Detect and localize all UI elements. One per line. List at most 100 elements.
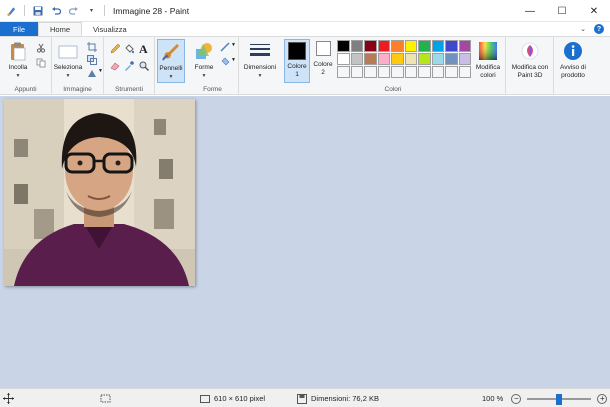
tools-group-label: Strumenti xyxy=(115,86,143,93)
fill-chevron-down-icon[interactable]: ▼ xyxy=(231,57,236,63)
color1-label-line1: Colore xyxy=(287,63,307,70)
paint3d-label-line2: Paint 3D xyxy=(517,72,543,79)
palette-swatch[interactable] xyxy=(431,40,444,52)
fill-bucket-icon[interactable] xyxy=(124,44,134,54)
tab-file[interactable]: File xyxy=(0,22,38,36)
zoom-out-button[interactable]: − xyxy=(511,393,522,404)
palette-swatch[interactable] xyxy=(445,40,458,52)
clipboard-group-label: Appunti xyxy=(14,86,37,93)
palette-swatch[interactable] xyxy=(431,53,444,65)
collapse-ribbon-chevron-icon[interactable]: ⌄ xyxy=(580,25,586,33)
custom-color-slot[interactable] xyxy=(391,66,404,78)
palette-swatch[interactable] xyxy=(458,40,471,52)
image-dimensions: 610 × 610 pixel xyxy=(200,389,265,407)
zoom-slider[interactable] xyxy=(527,393,592,405)
color-picker-icon[interactable] xyxy=(124,61,134,71)
minimize-button[interactable]: — xyxy=(514,0,546,22)
resize-icon[interactable] xyxy=(87,55,97,65)
palette-swatch[interactable] xyxy=(377,40,390,52)
maximize-button[interactable]: ☐ xyxy=(546,0,578,22)
magnifier-icon[interactable] xyxy=(139,61,149,71)
palette-swatch[interactable] xyxy=(445,53,458,65)
custom-color-slot[interactable] xyxy=(445,66,458,78)
copy-icon[interactable] xyxy=(36,58,46,68)
redo-icon[interactable] xyxy=(68,5,79,16)
custom-color-slot[interactable] xyxy=(458,66,471,78)
paint3d-group: Modifica con Paint 3D xyxy=(506,37,554,95)
help-icon[interactable]: ? xyxy=(594,24,604,34)
zoom-slider-thumb[interactable] xyxy=(556,393,563,405)
line-size-icon xyxy=(250,44,270,56)
edit-with-paint3d-button[interactable]: Modifica con Paint 3D xyxy=(507,41,553,80)
canvas-image[interactable] xyxy=(4,99,195,286)
cut-icon[interactable] xyxy=(36,43,46,53)
palette-swatch[interactable] xyxy=(337,53,350,65)
color2-button[interactable]: Colore 2 xyxy=(311,41,335,77)
disk-icon xyxy=(297,393,307,404)
outline-icon[interactable] xyxy=(220,42,230,52)
edit-colors-label-line1: Modifica xyxy=(475,64,501,71)
rotate-chevron-down-icon[interactable]: ▼ xyxy=(98,68,103,74)
palette-swatch[interactable] xyxy=(350,53,363,65)
select-button[interactable]: Seleziona ▼ xyxy=(53,41,83,80)
custom-color-slot[interactable] xyxy=(418,66,431,78)
selection-size xyxy=(100,389,111,407)
edit-colors-button[interactable]: Modifica colori xyxy=(471,41,505,80)
color2-label-line2: 2 xyxy=(321,69,325,76)
selection-icon xyxy=(100,394,111,403)
image-dimensions-value: 610 × 610 pixel xyxy=(214,394,266,403)
custom-color-slot[interactable] xyxy=(364,66,377,78)
crop-icon[interactable] xyxy=(87,42,97,52)
customize-toolbar-chevron-icon[interactable]: ▾ xyxy=(86,5,97,16)
title-bar: ▾ Immagine 28 - Paint — ☐ ✕ xyxy=(0,0,610,22)
palette-swatch[interactable] xyxy=(458,53,471,65)
palette-swatch[interactable] xyxy=(364,40,377,52)
palette-swatch[interactable] xyxy=(404,53,417,65)
rotate-icon[interactable] xyxy=(87,68,97,78)
palette-swatch[interactable] xyxy=(418,53,431,65)
shapes-icon xyxy=(196,43,212,59)
palette-swatch[interactable] xyxy=(364,53,377,65)
chevron-down-icon: ▼ xyxy=(15,73,21,79)
canvas-workspace[interactable] xyxy=(0,96,610,388)
brushes-button[interactable]: Pennelli ▼ xyxy=(157,39,185,83)
palette-swatch[interactable] xyxy=(350,40,363,52)
tab-home[interactable]: Home xyxy=(38,22,83,36)
product-alert-button[interactable]: Avviso di prodotto xyxy=(557,41,589,80)
custom-color-slot[interactable] xyxy=(350,66,363,78)
custom-color-slot[interactable] xyxy=(431,66,444,78)
save-icon[interactable] xyxy=(32,5,43,16)
fill-icon[interactable] xyxy=(220,57,230,67)
paint3d-label-line1: Modifica con xyxy=(511,64,549,71)
file-size: Dimensioni: 76,2 KB xyxy=(297,389,379,407)
portrait-photo xyxy=(4,99,195,286)
brush-icon xyxy=(162,44,179,61)
palette-swatch[interactable] xyxy=(337,40,350,52)
paste-button[interactable]: Incolla ▼ xyxy=(4,41,32,80)
tabs-right-controls: ⌄ ? xyxy=(580,24,604,34)
chevron-down-icon: ▼ xyxy=(168,74,174,80)
palette-swatch[interactable] xyxy=(404,40,417,52)
shapes-button[interactable]: Forme ▼ xyxy=(190,41,218,80)
custom-color-slot[interactable] xyxy=(404,66,417,78)
custom-color-slot[interactable] xyxy=(337,66,350,78)
undo-icon[interactable] xyxy=(50,5,61,16)
color1-button[interactable]: Colore 1 xyxy=(284,39,310,83)
paint-app-icon[interactable] xyxy=(6,5,17,16)
palette-swatch[interactable] xyxy=(391,53,404,65)
palette-swatch[interactable] xyxy=(391,40,404,52)
eraser-icon[interactable] xyxy=(110,61,120,71)
chevron-down-icon: ▼ xyxy=(65,73,71,79)
outline-chevron-down-icon[interactable]: ▼ xyxy=(231,42,236,48)
tab-view[interactable]: Visualizza xyxy=(82,22,138,36)
zoom-in-button[interactable]: + xyxy=(597,393,608,404)
text-tool-icon[interactable]: A xyxy=(139,42,148,57)
close-button[interactable]: ✕ xyxy=(578,0,610,22)
size-button[interactable]: Dimensioni ▼ xyxy=(242,41,278,80)
color-palette xyxy=(337,40,473,79)
pencil-icon[interactable] xyxy=(110,44,120,54)
palette-swatch[interactable] xyxy=(418,40,431,52)
palette-swatch[interactable] xyxy=(377,53,390,65)
palette-row xyxy=(337,66,473,78)
custom-color-slot[interactable] xyxy=(377,66,390,78)
